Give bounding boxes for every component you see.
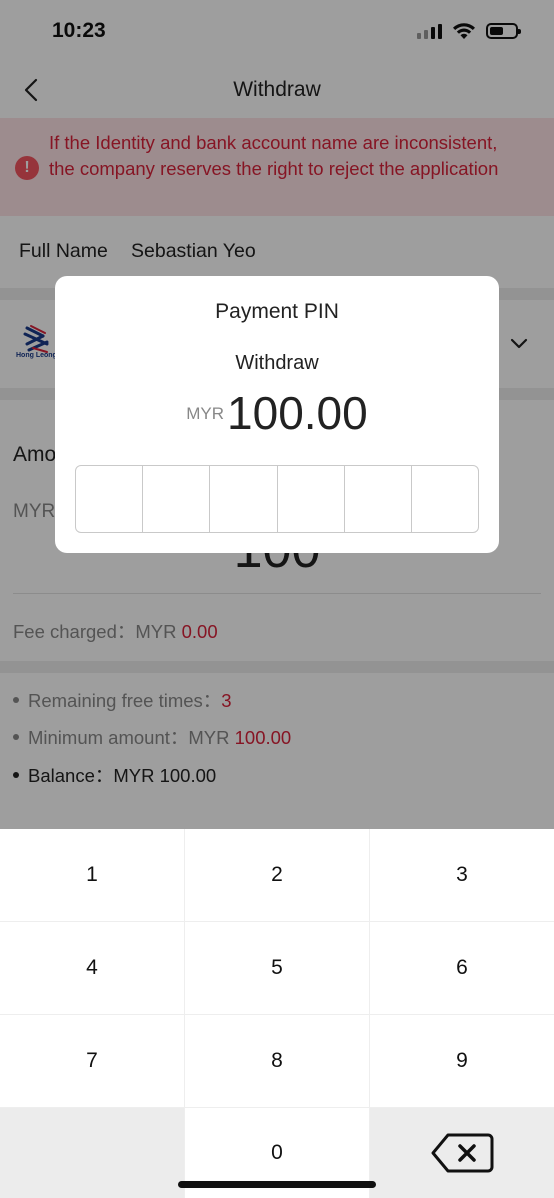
dialog-title: Payment PIN — [215, 300, 339, 323]
pin-input[interactable] — [75, 465, 479, 533]
keypad-key-label: 3 — [456, 863, 468, 886]
keypad-key-2[interactable]: 2 — [185, 829, 369, 921]
keypad-key-5[interactable]: 5 — [185, 922, 369, 1014]
dialog-subtitle: Withdraw — [235, 352, 319, 374]
keypad-key-label: 2 — [271, 863, 283, 886]
keypad-key-label: 1 — [86, 863, 98, 886]
dialog-amount-value: 100.00 — [227, 387, 368, 439]
keypad-key-label: 4 — [86, 956, 98, 979]
keypad-key-6[interactable]: 6 — [370, 922, 554, 1014]
keypad-key-1[interactable]: 1 — [0, 829, 184, 921]
withdraw-page: 10:23 Withdraw ! If the Identity and ban… — [0, 0, 554, 1198]
keypad-key-label: 9 — [456, 1049, 468, 1072]
pin-digit-cell[interactable] — [412, 466, 478, 532]
keypad-key-label: 7 — [86, 1049, 98, 1072]
keypad-key-9[interactable]: 9 — [370, 1015, 554, 1107]
keypad-key-3[interactable]: 3 — [370, 829, 554, 921]
keypad-key-label: 6 — [456, 956, 468, 979]
pin-digit-cell[interactable] — [278, 466, 345, 532]
pin-digit-cell[interactable] — [345, 466, 412, 532]
keypad-key-4[interactable]: 4 — [0, 922, 184, 1014]
dialog-currency: MYR — [186, 404, 225, 423]
keypad-backspace[interactable] — [370, 1108, 554, 1198]
keypad-key-7[interactable]: 7 — [0, 1015, 184, 1107]
dialog-amount: MYR100.00 — [55, 386, 499, 440]
backspace-icon — [431, 1133, 494, 1173]
keypad-key-label: 8 — [271, 1049, 283, 1072]
keypad-blank — [0, 1108, 184, 1198]
pin-digit-cell[interactable] — [76, 466, 144, 532]
keypad-key-8[interactable]: 8 — [185, 1015, 369, 1107]
keypad-key-label: 0 — [271, 1141, 283, 1164]
numeric-keypad: 1 2 3 4 5 6 7 8 9 0 — [0, 829, 554, 1198]
payment-pin-dialog: Payment PIN Withdraw MYR100.00 — [55, 276, 499, 553]
keypad-key-label: 5 — [271, 956, 283, 979]
pin-digit-cell[interactable] — [143, 466, 211, 532]
pin-digit-cell[interactable] — [210, 466, 278, 532]
home-indicator — [178, 1181, 376, 1188]
